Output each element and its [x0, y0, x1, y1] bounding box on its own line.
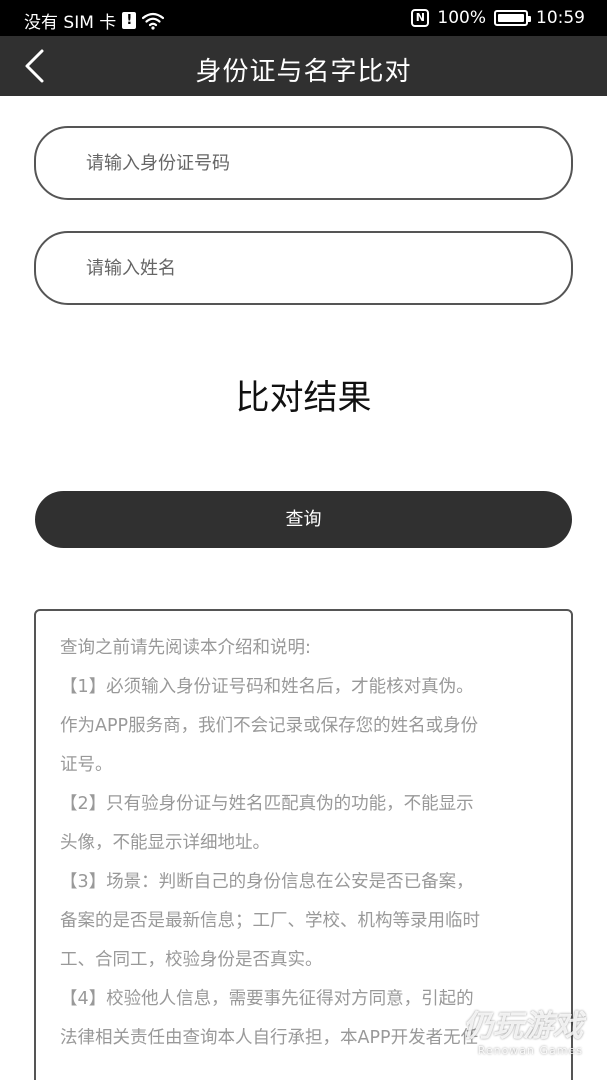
- watermark-en: Renowan Games: [477, 1044, 583, 1057]
- notice-line: 头像，不能显示详细地址。: [60, 833, 270, 853]
- notice-line: 作为APP服务商，我们不会记录或保存您的姓名或身份: [60, 716, 479, 736]
- battery-level: [498, 14, 524, 22]
- status-right: N 100% 10:59: [411, 8, 585, 28]
- id-number-input[interactable]: [34, 126, 573, 200]
- notice-line: 【3】场景：判断自己的身份信息在公安是否已备案，: [60, 872, 474, 892]
- sim-alert-icon: !: [122, 12, 137, 29]
- query-button[interactable]: 查询: [35, 491, 572, 548]
- result-title: 比对结果: [235, 378, 372, 418]
- clock-time: 10:59: [536, 8, 585, 28]
- name-input[interactable]: [34, 231, 573, 305]
- nfc-icon: N: [411, 9, 430, 27]
- notice-line: 查询之前请先阅读本介绍和说明:: [60, 638, 311, 658]
- watermark-cn: 仍玩游戏: [463, 1009, 583, 1044]
- notice-line: 工、合同工，校验身份是否真实。: [60, 950, 323, 970]
- status-left: 没有 SIM 卡 !: [24, 8, 165, 33]
- status-bar: 没有 SIM 卡 ! N 100% 10:59: [0, 0, 607, 36]
- carrier-text: 没有 SIM 卡: [24, 13, 117, 33]
- battery-icon: [494, 10, 531, 26]
- notice-line: 【1】必须输入身份证号码和姓名后，才能核对真伪。: [60, 677, 474, 697]
- battery-percent: 100%: [437, 8, 486, 28]
- wifi-icon: [142, 12, 165, 30]
- notice-line: 【2】只有验身份证与姓名匹配真伪的功能，不能显示: [60, 794, 474, 814]
- notice-line: 备案的是否是最新信息；工厂、学校、机构等录用临时: [60, 911, 480, 931]
- notice-line: 证号。: [60, 755, 113, 775]
- nav-bar: 身份证与名字比对: [0, 36, 607, 96]
- watermark-logo: 仍玩游戏 Renowan Games: [463, 1009, 583, 1058]
- page-title: 身份证与名字比对: [195, 57, 412, 87]
